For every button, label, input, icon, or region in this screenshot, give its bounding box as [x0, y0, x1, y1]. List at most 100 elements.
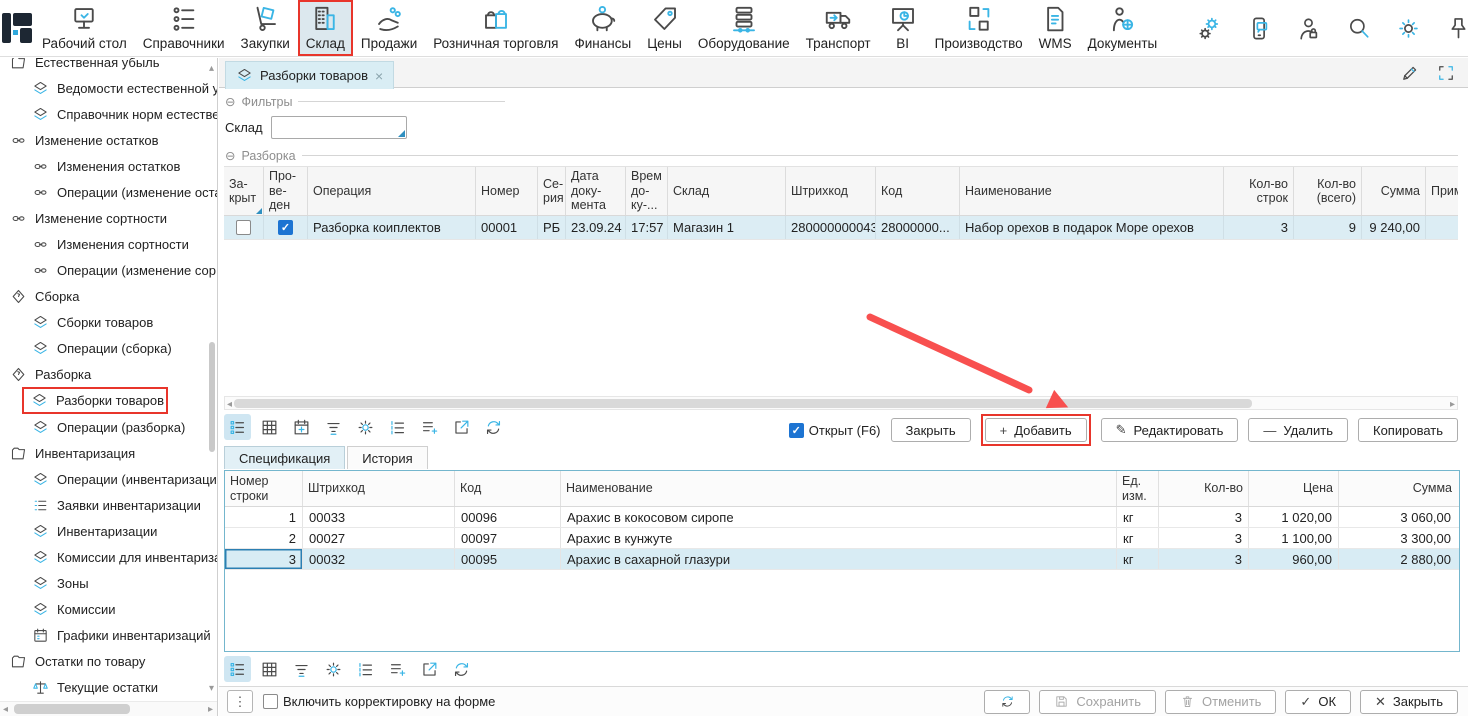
theme-icon[interactable] — [1395, 15, 1422, 42]
posted-checkbox[interactable] — [278, 220, 293, 235]
column-header-doc-date[interactable]: Дата доку-мента — [566, 167, 626, 215]
fullscreen-icon[interactable] — [1436, 63, 1456, 83]
nav-item-natural-loss-sheets[interactable]: Ведомости естественной у — [0, 75, 217, 101]
scroll-right-icon[interactable]: ▸ — [1450, 400, 1455, 410]
column-header-code[interactable]: Код — [455, 471, 561, 506]
menu-item-desktop[interactable]: Рабочий стол — [34, 0, 135, 56]
menu-item-purchases[interactable]: Закупки — [233, 0, 298, 56]
column-header-name[interactable]: Наименование — [561, 471, 1117, 506]
add-button[interactable]: +Добавить — [985, 418, 1087, 442]
reload-icon[interactable] — [480, 414, 507, 440]
nav-item-disassembly[interactable]: Разборка — [0, 361, 217, 387]
sidebar-horizontal-scrollbar[interactable]: ◂ ▸ — [0, 701, 217, 716]
filter-icon[interactable] — [288, 656, 315, 682]
close-button[interactable]: ✕Закрыть — [1360, 690, 1458, 714]
closed-checkbox[interactable] — [236, 220, 251, 235]
column-header-warehouse[interactable]: Склад — [668, 167, 786, 215]
cancel-button[interactable]: Отменить — [1165, 690, 1276, 714]
export-icon[interactable] — [448, 414, 475, 440]
spec-row-selected[interactable]: 3 00032 00095 Арахис в сахарной глазури … — [225, 549, 1459, 570]
scroll-up-icon[interactable]: ▴ — [209, 64, 214, 74]
sidebar-vertical-scrollbar[interactable]: ▴ ▾ — [205, 64, 215, 694]
collapse-icon[interactable]: ⊖ — [225, 148, 235, 163]
scroll-left-icon[interactable]: ◂ — [3, 705, 8, 715]
column-header-doc-time[interactable]: Врем до-ку-... — [626, 167, 668, 215]
menu-item-prices[interactable]: Цены — [639, 0, 690, 56]
column-header-qty-total[interactable]: Кол-во (всего) — [1294, 167, 1362, 215]
menu-item-wms[interactable]: WMS — [1031, 0, 1080, 56]
menu-item-bi[interactable]: BI — [879, 0, 927, 56]
nav-item-stock-changes[interactable]: Изменения остатков — [0, 153, 217, 179]
list-add-icon[interactable] — [416, 414, 443, 440]
nav-item-natural-loss-norms[interactable]: Справочник норм естестве — [0, 101, 217, 127]
edit-button[interactable]: ✎Редактировать — [1101, 418, 1239, 442]
column-header-series[interactable]: Се-рия — [538, 167, 566, 215]
column-header-name[interactable]: Наименование — [960, 167, 1224, 215]
column-header-barcode[interactable]: Штрихкод — [786, 167, 876, 215]
column-header-number[interactable]: Номер — [476, 167, 538, 215]
grid-view-icon[interactable] — [256, 414, 283, 440]
refresh-button[interactable] — [984, 690, 1030, 714]
nav-item-inventories[interactable]: Инвентаризации — [0, 518, 217, 544]
menu-item-equipment[interactable]: Оборудование — [690, 0, 798, 56]
nav-item-grade-change-operations[interactable]: Операции (изменение сор — [0, 257, 217, 283]
nav-item-stock-change-operations[interactable]: Операции (изменение оста — [0, 179, 217, 205]
numbered-list-icon[interactable] — [352, 656, 379, 682]
scrollbar-thumb[interactable] — [234, 399, 1252, 408]
column-header-operation[interactable]: Операция — [308, 167, 476, 215]
calendar-add-icon[interactable] — [288, 414, 315, 440]
menu-item-sales[interactable]: Продажи — [353, 0, 425, 56]
column-header-price[interactable]: Цена — [1249, 471, 1339, 506]
user-icon[interactable] — [1295, 15, 1322, 42]
menu-item-documents[interactable]: Документы — [1080, 0, 1166, 56]
column-header-lines-count[interactable]: Кол-во строк — [1224, 167, 1294, 215]
column-header-unit[interactable]: Ед. изм. — [1117, 471, 1159, 506]
scrollbar-thumb[interactable] — [14, 704, 130, 714]
nav-item-stock-by-product[interactable]: Остатки по товару — [0, 648, 217, 674]
open-checkbox[interactable] — [789, 423, 804, 438]
nav-item-commissions[interactable]: Комиссии — [0, 596, 217, 622]
reload-icon[interactable] — [448, 656, 475, 682]
nav-item-inventory-commissions[interactable]: Комиссии для инвентариза — [0, 544, 217, 570]
collapse-icon[interactable]: ⊖ — [225, 94, 235, 109]
documents-horizontal-scrollbar[interactable]: ◂ ▸ — [224, 396, 1458, 410]
numbered-list-icon[interactable] — [384, 414, 411, 440]
menu-item-transport[interactable]: Транспорт — [798, 0, 879, 56]
menu-item-finance[interactable]: Финансы — [567, 0, 640, 56]
nav-item-current-stock[interactable]: Текущие остатки — [0, 674, 217, 700]
column-header-sum[interactable]: Сумма — [1339, 471, 1457, 506]
copy-button[interactable]: Копировать — [1358, 418, 1458, 442]
column-header-qty[interactable]: Кол-во — [1159, 471, 1249, 506]
ok-button[interactable]: ✓ОК — [1285, 690, 1351, 714]
scrollbar-thumb[interactable] — [209, 342, 215, 452]
pin-icon[interactable] — [1445, 15, 1468, 42]
list-add-icon[interactable] — [384, 656, 411, 682]
edit-form-icon[interactable] — [1400, 63, 1420, 83]
column-header-barcode[interactable]: Штрихкод — [303, 471, 455, 506]
nav-item-zones[interactable]: Зоны — [0, 570, 217, 596]
nav-item-grade-change[interactable]: Изменение сортности — [0, 205, 217, 231]
tab-close-icon[interactable]: × — [375, 68, 383, 84]
nav-item-grade-changes[interactable]: Изменения сортности — [0, 231, 217, 257]
settings-icon[interactable] — [1195, 15, 1222, 42]
column-header-closed[interactable]: За-крыт — [224, 167, 264, 215]
nav-item-inventory-schedules[interactable]: Графики инвентаризаций — [0, 622, 217, 648]
settings-gear-icon[interactable] — [320, 656, 347, 682]
nav-item-disassembly-operations[interactable]: Операции (разборка) — [0, 414, 217, 440]
nav-item-stock-change[interactable]: Изменение остатков — [0, 127, 217, 153]
tab-specification[interactable]: Спецификация — [224, 446, 345, 469]
column-header-note[interactable]: Прим — [1426, 167, 1458, 215]
nav-item-assemblies[interactable]: Сборки товаров — [0, 309, 217, 335]
menu-item-warehouse[interactable]: Склад — [298, 0, 353, 56]
menu-item-production[interactable]: Производство — [927, 0, 1031, 56]
menu-item-catalogs[interactable]: Справочники — [135, 0, 233, 56]
export-icon[interactable] — [416, 656, 443, 682]
tab-razborki-tovarov[interactable]: Разборки товаров × — [225, 61, 394, 89]
save-button[interactable]: Сохранить — [1039, 690, 1156, 714]
close-doc-button[interactable]: Закрыть — [891, 418, 971, 442]
nav-item-disassemblies[interactable]: Разборки товаров — [22, 387, 168, 414]
nav-item-inventory[interactable]: Инвентаризация — [0, 440, 217, 466]
menu-item-retail[interactable]: Розничная торговля — [425, 0, 566, 56]
nav-item-natural-loss[interactable]: Естественная убыль — [0, 58, 217, 75]
focused-cell[interactable]: 3 — [225, 549, 303, 569]
